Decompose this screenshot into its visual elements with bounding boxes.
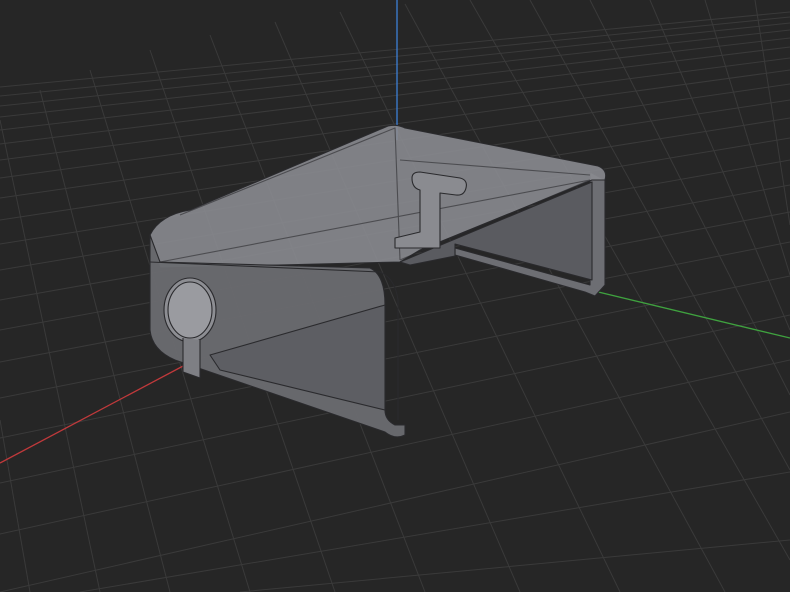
- cable-slot: [182, 338, 201, 379]
- bracket-model[interactable]: [149, 124, 607, 438]
- 3d-viewport[interactable]: [0, 0, 790, 592]
- y-axis: [589, 289, 790, 339]
- ground-grid: [0, 0, 790, 592]
- cable-hole-inner: [167, 281, 213, 339]
- viewport-canvas[interactable]: [0, 0, 790, 592]
